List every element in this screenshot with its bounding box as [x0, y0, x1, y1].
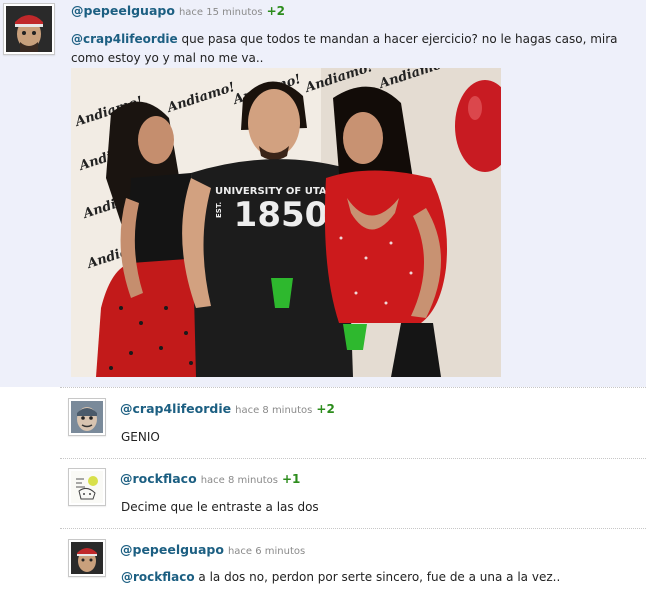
reply-2-username[interactable]: @rockflaco	[120, 471, 197, 486]
avatar-image	[71, 542, 103, 574]
user-avatar[interactable]	[3, 3, 55, 55]
reply-3-mention[interactable]: @rockflaco	[121, 570, 195, 584]
reply-1-meta: @crap4lifeordie hace 8 minutos +2	[120, 401, 335, 416]
reply-3: @pepeelguapo hace 6 minutos @rockflaco a …	[60, 529, 646, 599]
reply-1-username[interactable]: @crap4lifeordie	[120, 401, 231, 416]
shirt-number: 1850	[234, 195, 329, 235]
reply-2-score: +1	[281, 472, 301, 486]
reply-1: @crap4lifeordie hace 8 minutos +2 GENIO	[60, 388, 646, 458]
post-text: @crap4lifeordie que pasa que todos te ma…	[71, 30, 636, 68]
shirt-est: EST.	[215, 202, 223, 218]
avatar-image	[6, 6, 52, 52]
post-time[interactable]: hace 15 minutos	[179, 7, 263, 18]
reply-1-text-body: GENIO	[121, 430, 160, 444]
reply-3-time[interactable]: hace 6 minutos	[228, 546, 305, 557]
avatar-image	[71, 471, 103, 503]
reply-2: @rockflaco hace 8 minutos +1 Decime que le…	[60, 459, 646, 529]
reply-3-username[interactable]: @pepeelguapo	[120, 542, 224, 557]
reply-1-time[interactable]: hace 8 minutos	[235, 405, 312, 416]
reply-2-avatar[interactable]	[68, 468, 106, 506]
reply-2-meta: @rockflaco hace 8 minutos +1	[120, 471, 300, 486]
shirt-print: UNIVERSITY OF UTAH 1850 EST.	[215, 186, 335, 235]
post-score: +2	[266, 4, 285, 18]
post-photo[interactable]: Andiamo! Andiamo! Andiamo! Andiamo! Andi…	[71, 68, 501, 377]
reply-3-text: @rockflaco a la dos no, perdon por serte…	[121, 568, 646, 587]
reply-2-text: Decime que le entraste a las dos	[121, 498, 636, 517]
reply-3-meta: @pepeelguapo hace 6 minutos	[120, 542, 309, 557]
reply-2-time[interactable]: hace 8 minutos	[201, 475, 278, 486]
reply-2-text-body: Decime que le entraste a las dos	[121, 500, 319, 514]
post-mention[interactable]: @crap4lifeordie	[71, 32, 178, 46]
main-post: @pepeelguapo hace 15 minutos +2 @crap4life…	[0, 0, 646, 387]
post-meta: @pepeelguapo hace 15 minutos +2	[71, 3, 285, 18]
reply-1-score: +2	[316, 402, 335, 416]
reply-1-avatar[interactable]	[68, 398, 106, 436]
avatar-image	[71, 401, 103, 433]
reply-3-avatar[interactable]	[68, 539, 106, 577]
post-username[interactable]: @pepeelguapo	[71, 3, 175, 18]
reply-3-text-body: a la dos no, perdon por serte sincero, f…	[194, 570, 561, 584]
reply-1-text: GENIO	[121, 428, 636, 447]
